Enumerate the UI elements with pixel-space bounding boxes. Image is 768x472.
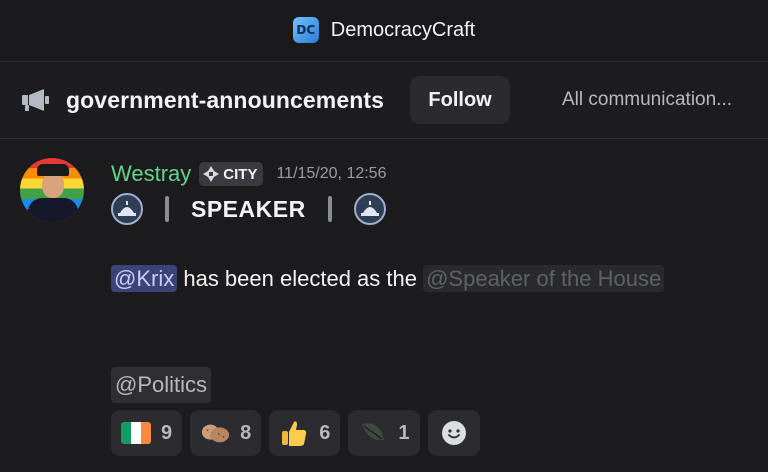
channel-topic[interactable]: All communication... xyxy=(562,89,732,111)
add-reaction-smiley-icon xyxy=(441,421,466,445)
city-tag-icon xyxy=(203,166,220,182)
reaction-ireland-flag[interactable]: 9 xyxy=(111,410,183,456)
timestamp: 11/15/20, 12:56 xyxy=(276,165,387,182)
channel-header: government-announcements Follow All comm… xyxy=(0,61,768,139)
reactions-bar: 9 8 6 1 xyxy=(111,410,488,456)
capitol-dome-icon xyxy=(353,193,386,225)
speaker-line: SPEAKER xyxy=(111,193,386,225)
channel-name: government-announcements xyxy=(66,86,385,113)
tag-label: CITY xyxy=(223,165,258,183)
potato-icon xyxy=(200,420,230,446)
announcement-megaphone-icon xyxy=(22,89,49,111)
author-name[interactable]: Westray xyxy=(111,161,191,187)
server-name: DemocracyCraft xyxy=(330,18,476,41)
reaction-count: 6 xyxy=(319,421,331,444)
reaction-count: 1 xyxy=(398,421,410,444)
reaction-thumbs-up[interactable]: 6 xyxy=(269,410,341,456)
ireland-flag-icon xyxy=(121,420,151,446)
reaction-leaf[interactable]: 1 xyxy=(348,410,420,456)
message-header: Westray CITY 11/15/20, 12:56 xyxy=(111,161,386,187)
role-mention-politics[interactable]: @Politics xyxy=(111,367,212,403)
role-mention-speaker[interactable]: @Speaker of the House xyxy=(423,265,665,292)
capitol-dome-icon xyxy=(111,193,143,225)
message-body: @Krix has been elected as the @Speaker o… xyxy=(111,261,671,297)
message-text: has been elected as the xyxy=(177,266,424,291)
follow-button[interactable]: Follow xyxy=(410,76,511,124)
title-bar: DC DemocracyCraft xyxy=(0,0,768,60)
city-tag[interactable]: CITY xyxy=(199,162,264,186)
server-logo-icon: DC xyxy=(292,17,319,43)
user-mention[interactable]: @Krix xyxy=(111,265,178,292)
leaf-icon xyxy=(358,420,388,446)
divider xyxy=(165,196,169,222)
divider xyxy=(327,196,332,222)
thumbs-up-icon xyxy=(279,420,309,446)
add-reaction-button[interactable] xyxy=(427,410,480,456)
reaction-count: 9 xyxy=(161,421,173,444)
speaker-label: SPEAKER xyxy=(191,195,306,222)
reaction-potato[interactable]: 8 xyxy=(190,410,262,456)
reaction-count: 8 xyxy=(240,421,252,444)
avatar[interactable] xyxy=(20,158,84,222)
